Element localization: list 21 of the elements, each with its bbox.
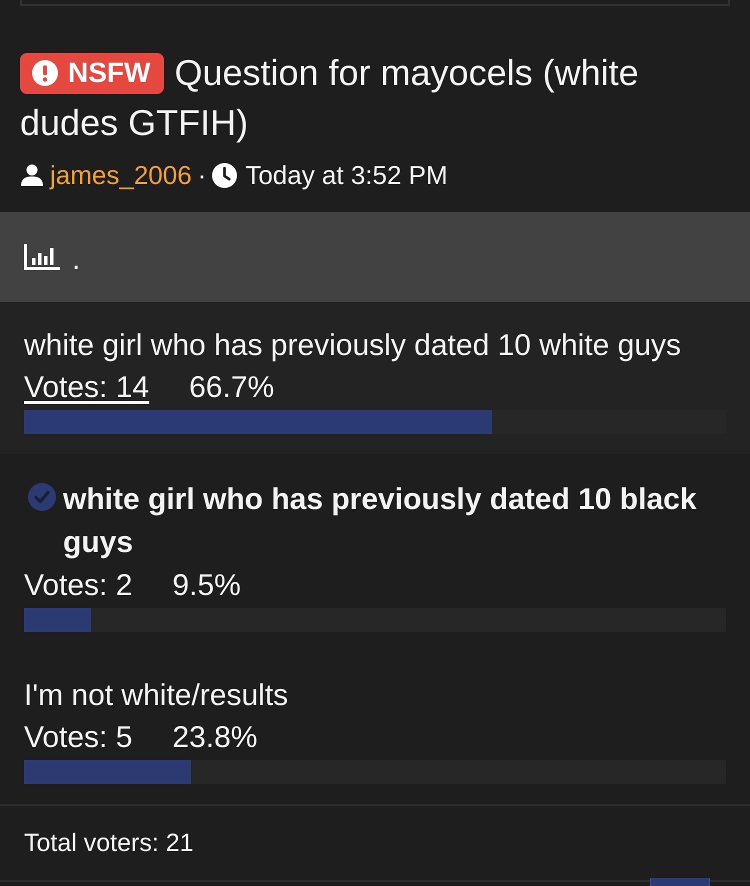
votes-link[interactable]: Votes: 2: [24, 566, 136, 606]
clock-icon: [212, 162, 238, 188]
vote-percent: 66.7%: [189, 370, 274, 406]
option-label: white girl who has previously dated 10 white guys: [24, 328, 682, 364]
total-voters: Total voters: 21: [24, 829, 194, 857]
option-label: I'm not white/results: [24, 678, 288, 714]
vote-percent: 9.5%: [172, 568, 241, 604]
option-label: white girl who has previously dated 10 black guys: [63, 482, 698, 561]
badge-label: NSFW: [68, 59, 150, 87]
vote-percent: 23.8%: [172, 720, 258, 756]
separator-dot: ·: [198, 160, 206, 190]
thread-title: dudes GTFIH): [20, 101, 248, 145]
bar-chart-icon: [24, 244, 60, 270]
votes-link[interactable]: Votes: 14: [24, 368, 154, 408]
author-link[interactable]: james_2006: [50, 160, 192, 190]
exclamation-icon: [32, 60, 58, 86]
post-time: Today at 3:52 PM: [245, 160, 448, 190]
thread-title: Question for mayocels (white: [174, 51, 639, 95]
votes-link[interactable]: Votes: 5: [24, 718, 136, 758]
poll-title: .: [72, 245, 80, 275]
user-icon: [20, 163, 44, 187]
